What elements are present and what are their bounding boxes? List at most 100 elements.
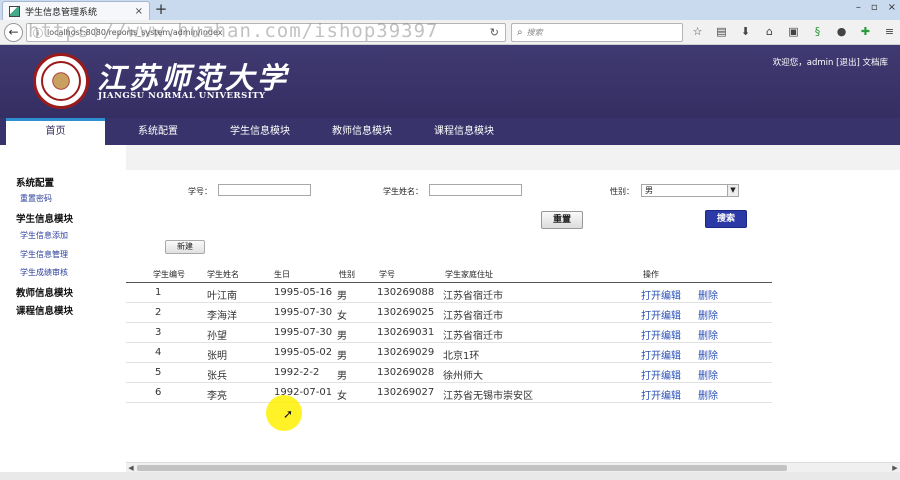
home-icon[interactable]: ⌂ (762, 24, 777, 40)
delete-link[interactable]: 删除 (698, 367, 718, 382)
student-id-label: 学号： (188, 187, 212, 196)
nav-course-module[interactable]: 课程信息模块 (422, 118, 506, 145)
cell-name: 李亮 (207, 391, 227, 402)
search-bar[interactable]: ⌕ 搜索 (511, 23, 683, 42)
tab-title: 学生信息管理系统 (25, 7, 98, 18)
maximize-button[interactable]: ▫ (871, 2, 878, 13)
browser-tab[interactable]: 学生信息管理系统 × (2, 1, 150, 20)
horizontal-scrollbar[interactable]: ◀ ▶ (126, 462, 900, 472)
sidebar-group-course[interactable]: 课程信息模块 (16, 303, 73, 317)
nav-student-module[interactable]: 学生信息模块 (218, 118, 302, 145)
cell-gender: 男 (337, 331, 347, 342)
cell-address: 江苏省宿迁市 (443, 291, 503, 302)
cell-birthday: 1995-07-30 (274, 327, 333, 338)
scrollbar-thumb[interactable] (137, 465, 787, 471)
sidebar-group-teacher[interactable]: 教师信息模块 (16, 285, 73, 299)
star-icon[interactable]: ☆ (690, 24, 705, 40)
cell-address: 徐州师大 (443, 371, 483, 382)
sidebar-item-student-add[interactable]: 学生信息添加 (20, 230, 68, 241)
cell-name: 李海洋 (207, 311, 237, 322)
table-row: 2 李海洋 1995-07-30 女 130269025 江苏省宿迁市 打开编辑… (126, 303, 772, 323)
search-placeholder: 搜索 (526, 28, 543, 37)
cell-address: 江苏省宿迁市 (443, 331, 503, 342)
cell-student-id: 130269029 (377, 347, 435, 358)
status-strip (0, 472, 900, 480)
gender-select[interactable]: 男 ▼ (641, 184, 739, 197)
table-row: 6 李亮 1992-07-01 女 130269027 江苏省无锡市崇安区 打开… (126, 383, 772, 403)
content-top-strip (126, 145, 900, 170)
download-icon[interactable]: ⬇ (738, 24, 753, 40)
main-nav: 首页 系统配置 学生信息模块 教师信息模块 课程信息模块 (0, 118, 900, 145)
window-controls: – ▫ × (856, 2, 896, 13)
col-address: 学生家庭住址 (445, 270, 493, 279)
edit-link[interactable]: 打开编辑 (641, 307, 681, 322)
menu-icon[interactable]: ≡ (882, 24, 897, 40)
screenshot-icon[interactable]: ▣ (786, 24, 801, 40)
edit-link[interactable]: 打开编辑 (641, 347, 681, 362)
gender-select-value: 男 (645, 186, 653, 195)
cell-no: 6 (155, 387, 162, 398)
browser-tab-bar: 学生信息管理系统 × + – ▫ × (0, 0, 900, 20)
sidebar-item-student-manage[interactable]: 学生信息管理 (20, 249, 68, 260)
university-name-en: JIANGSU NORMAL UNIVERSITY (98, 91, 266, 101)
chat-icon[interactable]: ● (834, 24, 849, 40)
edit-link[interactable]: 打开编辑 (641, 327, 681, 342)
col-birthday: 生日 (274, 270, 290, 279)
delete-link[interactable]: 删除 (698, 387, 718, 402)
cell-birthday: 1995-05-16 (274, 287, 333, 298)
cell-address: 北京1环 (443, 351, 480, 362)
cell-name: 张明 (207, 351, 227, 362)
student-id-input[interactable] (218, 184, 311, 196)
info-icon: ⓘ (33, 29, 43, 40)
green-s-icon[interactable]: § (810, 24, 825, 40)
student-name-label: 学生姓名： (383, 187, 423, 196)
window-close-button[interactable]: × (888, 2, 896, 13)
cell-no: 3 (155, 327, 162, 338)
new-button[interactable]: 新建 (165, 240, 205, 254)
edit-link[interactable]: 打开编辑 (641, 387, 681, 402)
reset-button[interactable]: 重置 (541, 211, 583, 229)
reload-icon[interactable]: ↻ (490, 26, 499, 39)
search-icon: ⌕ (517, 27, 523, 38)
welcome-text: 欢迎您，admin (772, 58, 834, 68)
col-student-no: 学生编号 (153, 270, 185, 279)
mouse-cursor-icon: ➚ (283, 407, 294, 421)
favicon-icon (9, 5, 20, 17)
delete-link[interactable]: 删除 (698, 327, 718, 342)
cell-gender: 男 (337, 351, 347, 362)
delete-link[interactable]: 删除 (698, 307, 718, 322)
minimize-button[interactable]: – (856, 2, 861, 13)
close-icon[interactable]: × (135, 6, 143, 17)
sidebar-item-reset-password[interactable]: 重置密码 (20, 193, 52, 204)
search-button[interactable]: 搜索 (705, 210, 747, 228)
delete-link[interactable]: 删除 (698, 347, 718, 362)
nav-teacher-module[interactable]: 教师信息模块 (320, 118, 404, 145)
logout-link[interactable]: [退出] (836, 58, 860, 68)
new-tab-button[interactable]: + (153, 1, 169, 19)
col-student-id: 学号 (379, 270, 395, 279)
cell-student-id: 130269025 (377, 307, 435, 318)
url-bar[interactable]: ⓘ localhost:8080/reports_system/admin/in… (26, 23, 506, 42)
table-row: 1 叶江南 1995-05-16 男 130269088 江苏省宿迁市 打开编辑… (126, 283, 772, 303)
cell-gender: 女 (337, 391, 347, 402)
back-arrow-icon[interactable]: ← (4, 23, 23, 42)
col-student-name: 学生姓名 (207, 270, 239, 279)
nav-home[interactable]: 首页 (6, 118, 105, 145)
edit-link[interactable]: 打开编辑 (641, 287, 681, 302)
student-name-input[interactable] (429, 184, 522, 196)
sidebar-group-student[interactable]: 学生信息模块 (16, 211, 73, 225)
table-row: 3 孙望 1995-07-30 男 130269031 江苏省宿迁市 打开编辑 … (126, 323, 772, 343)
col-actions: 操作 (643, 270, 659, 279)
sidebar-group-system-config[interactable]: 系统配置 (16, 175, 54, 189)
clipboard-icon[interactable]: ▤ (714, 24, 729, 40)
delete-link[interactable]: 删除 (698, 287, 718, 302)
nav-system-config[interactable]: 系统配置 (118, 118, 198, 145)
edit-link[interactable]: 打开编辑 (641, 367, 681, 382)
docs-link[interactable]: 文档库 (862, 58, 888, 68)
extension-icon[interactable]: ✚ (858, 24, 873, 40)
cell-gender: 男 (337, 371, 347, 382)
sidebar-item-score-review[interactable]: 学生成绩审核 (20, 267, 68, 278)
cell-name: 叶江南 (207, 291, 237, 302)
cell-no: 5 (155, 367, 162, 378)
cell-gender: 男 (337, 291, 347, 302)
